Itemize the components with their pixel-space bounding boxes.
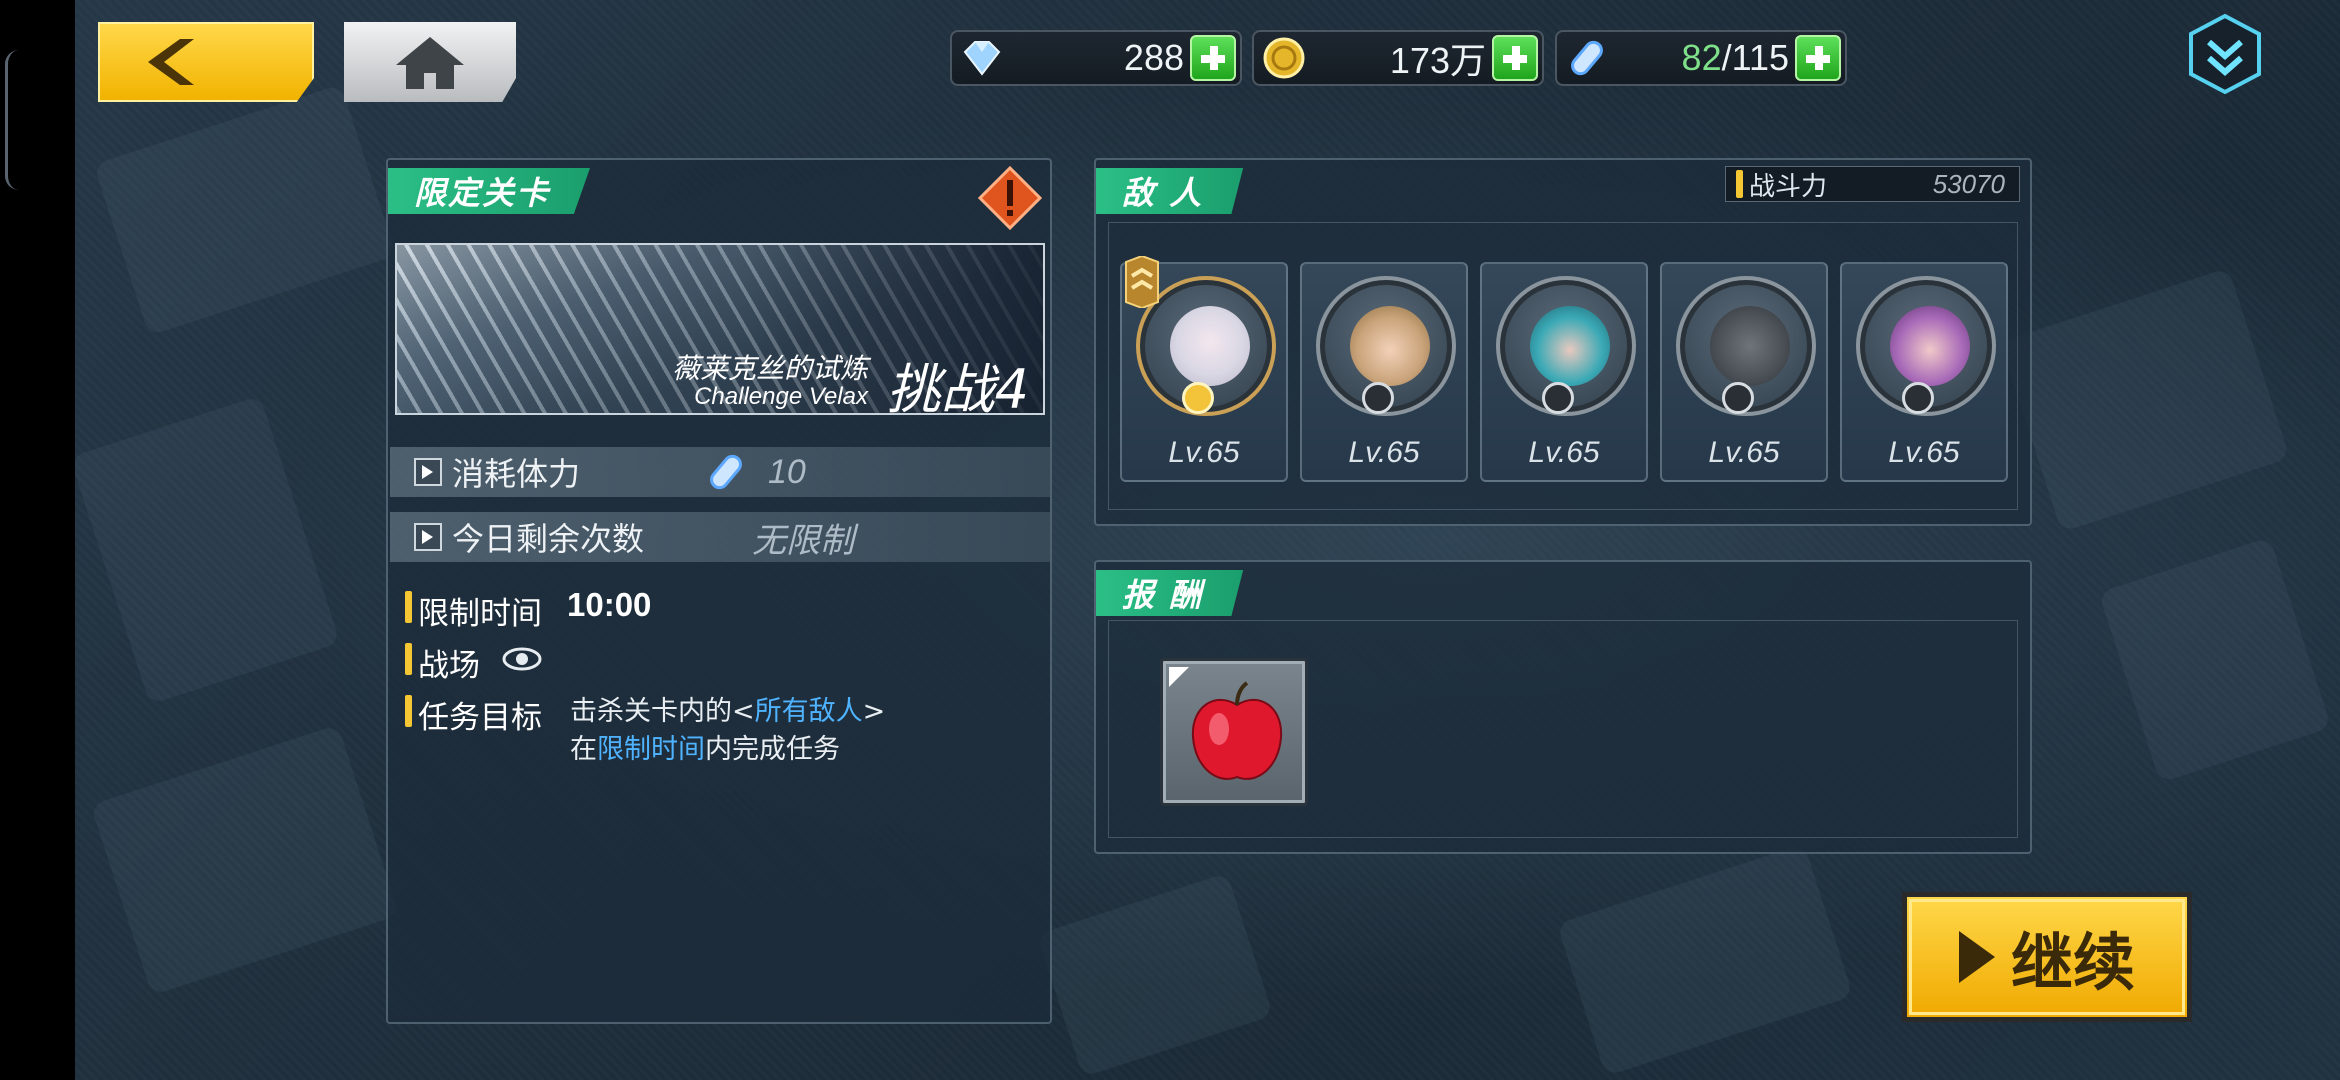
- battlefield-label: 战场: [418, 648, 480, 684]
- objective-text: 击杀关卡内的<所有敌人> 在限制时间内完成任务: [570, 696, 886, 765]
- remaining-label: 今日剩余次数: [452, 520, 645, 558]
- label-marker: [1736, 170, 1743, 198]
- add-stamina-button[interactable]: [1795, 35, 1841, 81]
- gold-value: 173万: [1389, 40, 1486, 81]
- apple-icon: [1191, 681, 1283, 780]
- bullet-arrow-icon: [414, 458, 442, 486]
- enemy-level: Lv.65: [1888, 436, 1960, 469]
- back-button[interactable]: [98, 22, 314, 102]
- enemy-card[interactable]: Lv.65: [1660, 262, 1828, 482]
- gold-counter: 173万: [1252, 30, 1544, 86]
- enemy-level: Lv.65: [1168, 436, 1240, 469]
- stage-banner: 薇莱克丝的试炼 Challenge Velax 挑战4: [395, 243, 1045, 421]
- home-button[interactable]: [344, 22, 516, 102]
- enemy-card[interactable]: Lv.65: [1480, 262, 1648, 482]
- time-limit-label: 限制时间: [418, 596, 542, 632]
- enemy-card[interactable]: Lv.65: [1840, 262, 2008, 482]
- play-triangle-icon: [1958, 931, 1995, 983]
- class-badge-icon: [1542, 382, 1574, 414]
- enemy-level: Lv.65: [1348, 436, 1420, 469]
- reward-item[interactable]: [1160, 658, 1308, 806]
- enemy-level: Lv.65: [1708, 436, 1780, 469]
- stage-title: 薇莱克丝的试炼: [671, 352, 868, 385]
- continue-button[interactable]: 继续: [1902, 892, 2192, 1022]
- boss-skull-icon: [1182, 382, 1214, 414]
- cost-label: 消耗体力: [452, 455, 581, 493]
- class-badge-icon: [1902, 382, 1934, 414]
- chevron-left-icon: [148, 39, 194, 85]
- stamina-capsule-icon: [710, 454, 742, 490]
- continue-label: 继续: [2010, 926, 2135, 999]
- bullet-arrow-icon: [414, 523, 442, 551]
- stage-level: 挑战4: [886, 358, 1029, 421]
- stage-tag: 限定关卡: [388, 168, 591, 214]
- time-limit-value: 10:00: [567, 586, 652, 623]
- class-badge-icon: [1362, 382, 1394, 414]
- add-gold-button[interactable]: [1492, 35, 1538, 81]
- eye-target-icon[interactable]: [502, 642, 542, 676]
- class-badge-icon: [1722, 382, 1754, 414]
- home-icon: [396, 37, 464, 89]
- cost-value: 10: [768, 452, 806, 491]
- stamina-value: 82/115: [1681, 37, 1789, 78]
- remaining-attempts-row: 今日剩余次数 无限制: [390, 512, 1050, 562]
- combat-power-box: 战斗力 53070: [1725, 166, 2020, 202]
- stamina-cost-row: 消耗体力 10: [390, 447, 1050, 497]
- add-gems-button[interactable]: [1190, 35, 1236, 81]
- label-marker: [405, 695, 412, 727]
- combat-power-label: 战斗力: [1749, 171, 1828, 202]
- rewards-tag: 报 酬: [1096, 570, 1244, 616]
- stage-subtitle: Challenge Velax: [694, 383, 868, 410]
- gems-counter: 288: [950, 30, 1242, 86]
- label-marker: [405, 591, 412, 623]
- combat-power-value: 53070: [1932, 168, 2005, 199]
- screen-edge-notch: [5, 50, 19, 190]
- remaining-value: 无限制: [752, 521, 854, 560]
- gems-value: 288: [1123, 37, 1184, 78]
- stamina-counter: 82/115: [1555, 30, 1847, 86]
- rank-chevron-icon: [1125, 256, 1159, 308]
- label-marker: [405, 643, 412, 675]
- gem-icon: [958, 34, 1006, 82]
- enemy-level: Lv.65: [1528, 436, 1600, 469]
- enemy-card[interactable]: Lv.65: [1300, 262, 1468, 482]
- objective-label: 任务目标: [418, 700, 542, 736]
- stamina-capsule-icon: [1563, 34, 1611, 82]
- warning-icon: [978, 166, 1042, 230]
- coin-icon: [1260, 34, 1308, 82]
- menu-expand-icon[interactable]: [2185, 12, 2265, 96]
- enemies-tag: 敌 人: [1096, 168, 1244, 214]
